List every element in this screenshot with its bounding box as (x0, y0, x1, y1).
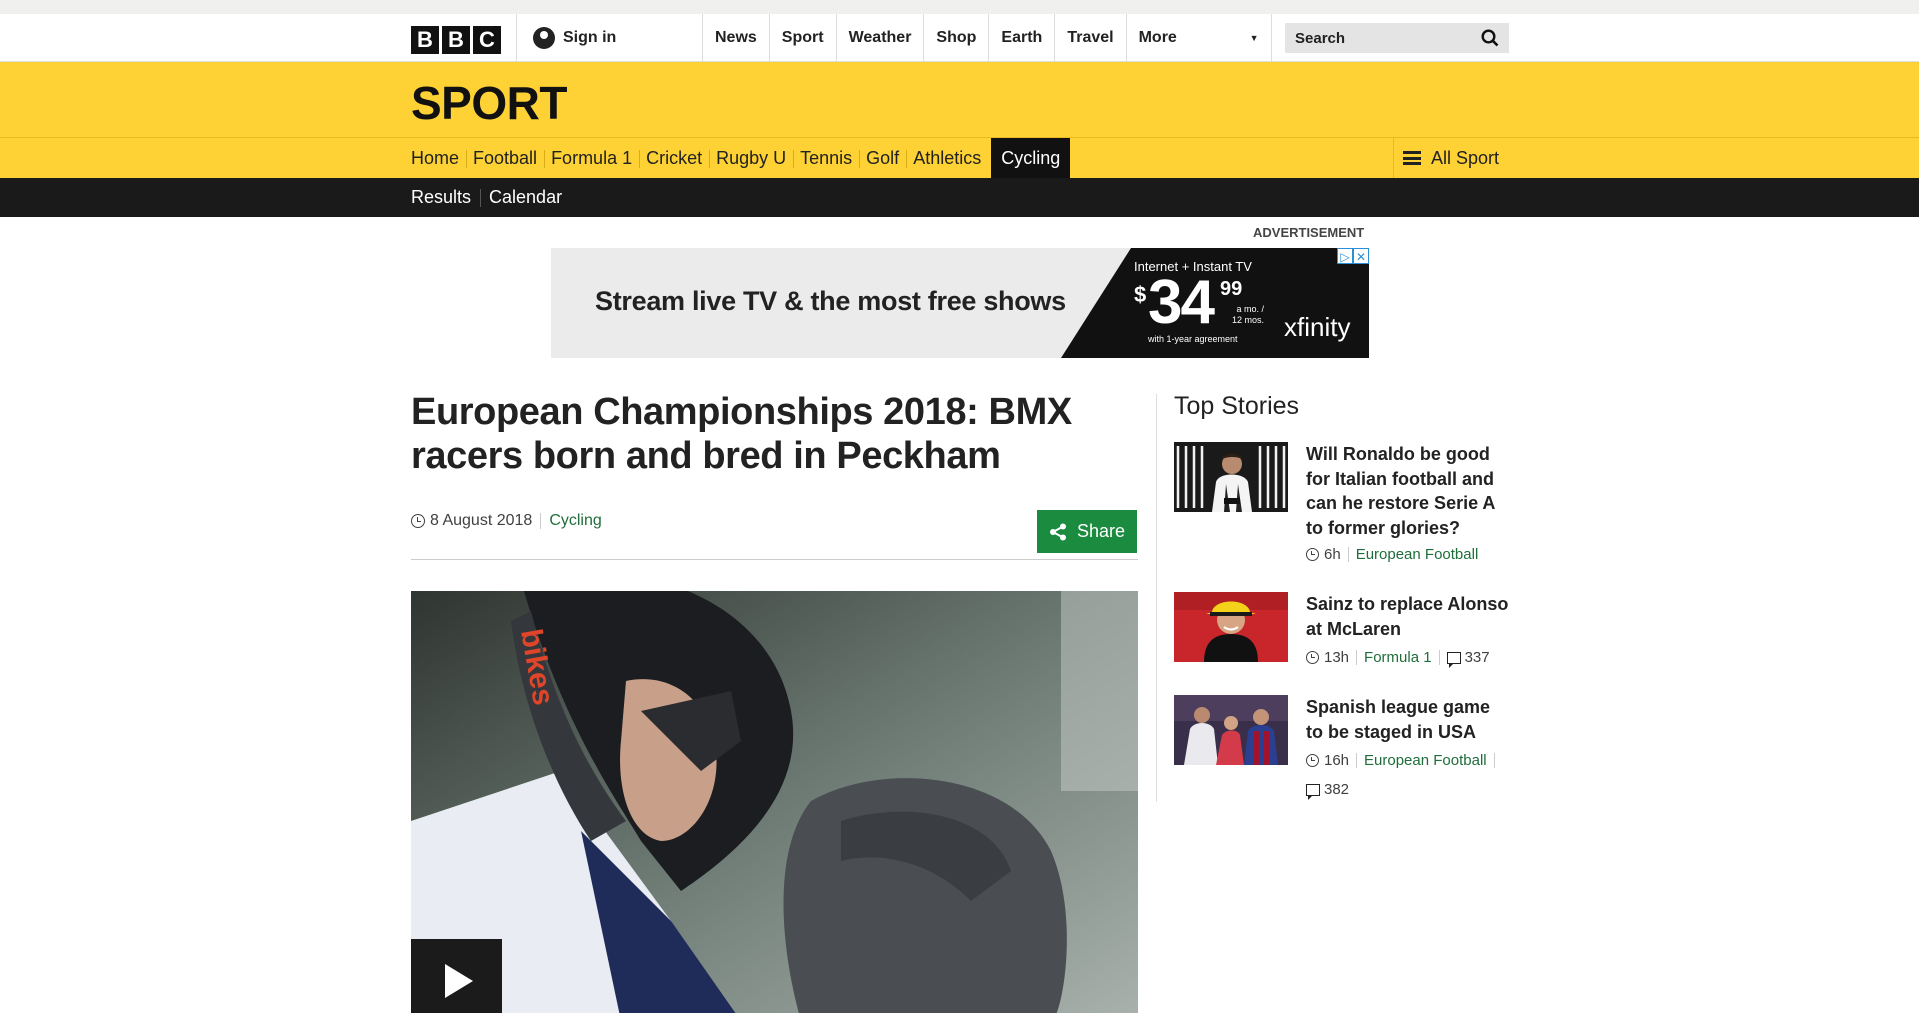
meta-divider (1356, 650, 1358, 665)
all-sport-button[interactable]: All Sport (1392, 138, 1509, 178)
top-nav-travel[interactable]: Travel (1054, 14, 1125, 62)
top-nav-shop[interactable]: Shop (923, 14, 988, 62)
article-meta: 8 August 2018 Cycling (411, 512, 602, 530)
sport-nav-rugby-union[interactable]: Rugby U (709, 138, 793, 178)
advertisement-label: ADVERTISEMENT (1253, 225, 1365, 240)
comment-icon (1306, 783, 1320, 800)
sport-nav-formula-1[interactable]: Formula 1 (544, 138, 639, 178)
sport-nav-golf[interactable]: Golf (859, 138, 906, 178)
story-title[interactable]: Will Ronaldo be good for Italian footbal… (1306, 442, 1512, 540)
article-headline: European Championships 2018: BMX racers … (411, 391, 1072, 477)
article-video-player[interactable]: bikes (411, 591, 1138, 1013)
top-nav-news[interactable]: News (702, 14, 769, 62)
article: European Championships 2018: BMX racers … (411, 390, 1138, 1013)
close-icon[interactable]: ✕ (1353, 248, 1369, 264)
ad-controls: ▷ ✕ (1337, 248, 1369, 264)
sport-nav: Home Football Formula 1 Cricket Rugby U … (0, 138, 1919, 178)
ad-dollar-sign: $ (1134, 282, 1147, 307)
top-stories: Top Stories Will Ronaldo be good for Ita… (1174, 392, 1510, 800)
sport-nav-football[interactable]: Football (466, 138, 544, 178)
story-thumbnail[interactable] (1174, 442, 1288, 512)
cycling-subnav: Results Calendar (0, 178, 1919, 217)
sport-title[interactable]: SPORT (411, 76, 567, 130)
clock-icon (411, 514, 425, 528)
clock-icon (1306, 651, 1319, 664)
sport-nav-athletics[interactable]: Athletics (906, 138, 988, 178)
story-topic-link[interactable]: Formula 1 (1364, 649, 1432, 666)
story-thumbnail[interactable] (1174, 695, 1288, 765)
search-icon[interactable] (1481, 29, 1499, 47)
story-meta: 16h European Football 382 (1306, 752, 1516, 800)
all-sport-label: All Sport (1430, 147, 1499, 168)
sport-header: SPORT (0, 62, 1919, 138)
user-icon (533, 27, 555, 49)
bbc-top-nav: News Sport Weather Shop Earth Travel Mor… (702, 14, 1272, 62)
story-comment-count[interactable]: 382 (1324, 781, 1349, 798)
article-divider (411, 559, 1138, 560)
ad-brand-logo: xfinity (1284, 312, 1351, 342)
top-nav-more[interactable]: More ▼ (1125, 14, 1272, 62)
story-topic-link[interactable]: European Football (1356, 546, 1479, 563)
article-topic-link[interactable]: Cycling (549, 512, 601, 530)
top-stories-heading: Top Stories (1174, 392, 1300, 420)
story-meta: 6h European Football (1306, 546, 1516, 563)
meta-divider (540, 513, 542, 529)
bbc-logo[interactable]: B B C (411, 26, 501, 54)
more-label: More (1138, 29, 1177, 46)
search-box (1285, 23, 1509, 53)
top-nav-sport[interactable]: Sport (768, 14, 836, 62)
sidebar-divider (1156, 394, 1157, 802)
bbc-global-bar: B B C Sign in News Sport Weather Shop Ea… (0, 14, 1919, 62)
sport-nav-cricket[interactable]: Cricket (639, 138, 709, 178)
ad-tagline: Stream live TV & the most free shows (595, 286, 1066, 316)
clock-icon (1306, 548, 1319, 561)
share-label: Share (1076, 521, 1126, 541)
story-time: 13h (1324, 649, 1350, 666)
advertisement-banner[interactable]: Stream live TV & the most free shows Int… (551, 248, 1369, 358)
bbc-logo-letter: B (442, 26, 470, 54)
story-title[interactable]: Spanish league game to be staged in USA (1306, 695, 1512, 744)
sport-nav-home[interactable]: Home (411, 138, 466, 178)
ad-price-period: a mo. / 12 mos. (1231, 304, 1264, 325)
ad-price: 34 (1148, 268, 1215, 337)
browser-top-strip (0, 0, 1919, 14)
sign-in-label: Sign in (563, 29, 617, 46)
top-nav-weather[interactable]: Weather (835, 14, 924, 62)
clock-icon (1306, 754, 1319, 767)
subnav-calendar[interactable]: Calendar (480, 178, 571, 217)
bbc-logo-letter: B (411, 26, 439, 54)
caret-down-icon: ▼ (1249, 33, 1259, 43)
comment-icon (1446, 651, 1461, 668)
story-topic-link[interactable]: European Football (1364, 752, 1487, 769)
meta-divider (1356, 753, 1358, 768)
search-input[interactable] (1295, 29, 1465, 47)
sport-nav-cycling[interactable]: Cycling (991, 138, 1071, 178)
hamburger-icon (1402, 151, 1421, 165)
article-date: 8 August 2018 (430, 512, 533, 529)
story-time: 6h (1324, 546, 1341, 563)
ad-price-cents: 99 (1220, 278, 1243, 300)
bmx-rider-image: bikes (411, 591, 1138, 1013)
top-nav-earth[interactable]: Earth (988, 14, 1054, 62)
sign-in-link[interactable]: Sign in (516, 14, 701, 62)
sport-nav-tennis[interactable]: Tennis (793, 138, 859, 178)
subnav-results[interactable]: Results (411, 178, 480, 217)
story-meta: 13h Formula 1 337 (1306, 649, 1516, 668)
ad-agreement: with 1-year agreement (1148, 334, 1238, 344)
meta-divider (1347, 547, 1349, 562)
bbc-logo-letter: C (473, 26, 501, 54)
meta-divider (1493, 753, 1495, 768)
story-time: 16h (1324, 752, 1350, 769)
adchoices-icon[interactable]: ▷ (1337, 248, 1353, 264)
meta-divider (1438, 650, 1440, 665)
story-thumbnail[interactable] (1174, 592, 1288, 662)
share-icon (1049, 523, 1066, 540)
story-title[interactable]: Sainz to replace Alonso at McLaren (1306, 592, 1512, 641)
share-button[interactable]: Share (1037, 510, 1137, 553)
story-comment-count[interactable]: 337 (1465, 649, 1490, 666)
play-icon[interactable] (411, 939, 502, 1013)
